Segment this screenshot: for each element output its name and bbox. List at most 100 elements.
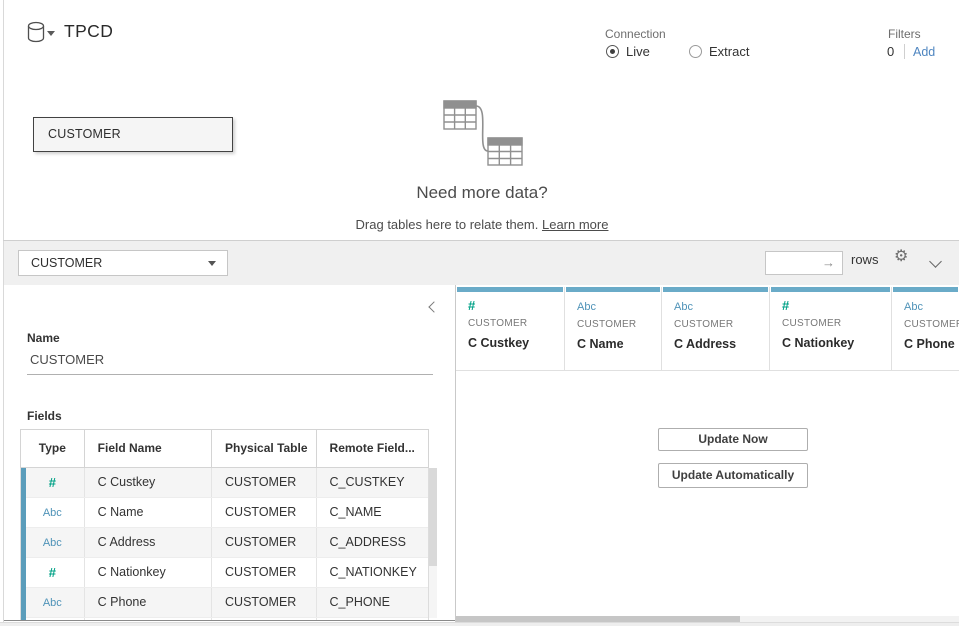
live-radio-label: Live (626, 44, 650, 59)
canvas-table-node[interactable]: CUSTOMER (33, 117, 233, 152)
name-label: Name (27, 331, 60, 345)
table-icon (488, 138, 522, 165)
connector-line (476, 106, 488, 151)
field-name-cell: C Nationkey (85, 558, 212, 587)
fields-table: Type Field Name Physical Table Remote Fi… (20, 429, 429, 621)
type-cell: Abc (21, 588, 85, 617)
grid-column-table: CUSTOMER (577, 319, 661, 330)
field-row[interactable]: Abc C Address CUSTOMER C_ADDRESS (21, 528, 428, 558)
collapse-panel-chevron-icon[interactable] (428, 301, 439, 312)
string-type-icon: Abc (674, 301, 693, 313)
field-name-cell: C Name (85, 498, 212, 527)
left-panel-bottom-border (4, 620, 455, 621)
string-type-icon: Abc (43, 597, 62, 609)
connection-extract-radio[interactable]: Extract (689, 44, 749, 59)
grid-column-table: CUSTOMER (468, 318, 564, 329)
remote-field-cell: C_PHONE (317, 588, 428, 617)
add-filter-link[interactable]: Add (913, 45, 935, 59)
bottom-scroll-strip (0, 622, 959, 626)
grid-column-field: C Nationkey (782, 336, 891, 350)
dropdown-caret-icon (208, 261, 216, 266)
field-row[interactable]: Abc C Phone CUSTOMER C_PHONE (21, 588, 428, 618)
update-now-button[interactable]: Update Now (658, 428, 808, 451)
physical-table-cell: CUSTOMER (212, 558, 317, 587)
rows-count-input[interactable] (765, 251, 843, 275)
physical-table-cell: CUSTOMER (212, 588, 317, 617)
number-type-icon: # (49, 475, 56, 490)
grid-column-table: CUSTOMER (674, 319, 769, 330)
gear-icon[interactable]: ⚙ (894, 249, 908, 265)
remote-field-cell: C_CUSTKEY (317, 468, 428, 497)
grid-column-field: C Address (674, 337, 769, 351)
string-type-icon: Abc (43, 537, 62, 549)
remote-field-cell: C_NAME (317, 498, 428, 527)
grid-column-header[interactable]: Abc CUSTOMER C Phone (892, 287, 959, 371)
field-name-cell: C Phone (85, 588, 212, 617)
remote-field-cell: C_NATIONKEY (317, 558, 428, 587)
grid-column-table: CUSTOMER (904, 319, 959, 330)
filters-divider (904, 44, 905, 59)
grid-column-header[interactable]: # CUSTOMER C Nationkey (770, 287, 892, 371)
column-header-physical-table: Physical Table (212, 430, 317, 467)
connection-label: Connection (605, 27, 666, 41)
grid-column-field: C Name (577, 337, 661, 351)
column-accent-strip (771, 287, 890, 292)
field-name-cell: C Address (85, 528, 212, 557)
empty-canvas-hint: Drag tables here to relate them. Learn m… (282, 217, 682, 232)
connection-live-radio[interactable]: Live (606, 44, 650, 59)
fields-scrollbar-thumb[interactable] (429, 468, 437, 566)
physical-table-cell: CUSTOMER (212, 498, 317, 527)
name-field[interactable]: CUSTOMER (27, 352, 433, 367)
field-row[interactable]: # C Custkey CUSTOMER C_CUSTKEY (21, 468, 428, 498)
column-header-type: Type (21, 430, 85, 467)
type-cell: # (21, 468, 85, 497)
grid-column-header[interactable]: Abc CUSTOMER C Address (662, 287, 770, 371)
number-type-icon: # (468, 298, 475, 313)
column-header-remote-field: Remote Field... (317, 430, 428, 467)
relate-tables-illustration (438, 93, 538, 174)
column-header-field-name: Field Name (85, 430, 212, 467)
name-field-underline (27, 374, 433, 375)
extract-radio-label: Extract (709, 44, 749, 59)
radio-selected-icon (606, 45, 619, 58)
filters-count: 0 (887, 44, 894, 59)
table-icon (444, 101, 476, 129)
grid-column-table: CUSTOMER (782, 318, 891, 329)
database-cylinder-icon (26, 21, 48, 45)
database-icon[interactable] (26, 21, 48, 45)
grid-column-header[interactable]: # CUSTOMER C Custkey (456, 287, 565, 371)
learn-more-link[interactable]: Learn more (542, 217, 608, 232)
database-menu-caret-icon[interactable] (47, 31, 55, 36)
grid-column-header[interactable]: Abc CUSTOMER C Name (565, 287, 662, 371)
fields-table-body: # C Custkey CUSTOMER C_CUSTKEY Abc C Nam… (20, 468, 429, 621)
fields-label: Fields (27, 409, 62, 423)
column-accent-strip (566, 287, 660, 292)
grid-column-field: C Custkey (468, 336, 564, 350)
fields-table-header: Type Field Name Physical Table Remote Fi… (20, 429, 429, 468)
datasource-page: TPCD Connection Live Extract Filters 0 A… (0, 0, 959, 626)
drag-hint-text: Drag tables here to relate them. (356, 217, 539, 232)
field-row[interactable]: # C Nationkey CUSTOMER C_NATIONKEY (21, 558, 428, 588)
string-type-icon: Abc (904, 301, 923, 313)
table-selector-value: CUSTOMER (31, 256, 102, 270)
datasource-title[interactable]: TPCD (64, 21, 113, 42)
row-selection-bar (21, 468, 26, 621)
empty-canvas-title: Need more data? (362, 183, 602, 203)
update-automatically-button[interactable]: Update Automatically (658, 463, 808, 488)
radio-unselected-icon (689, 45, 702, 58)
filters-label: Filters (888, 27, 921, 41)
type-cell: # (21, 558, 85, 587)
grid-column-field: C Phone (904, 337, 959, 351)
type-cell: Abc (21, 498, 85, 527)
column-accent-strip (893, 287, 958, 292)
column-accent-strip (457, 287, 563, 292)
type-cell: Abc (21, 528, 85, 557)
number-type-icon: # (782, 298, 789, 313)
number-type-icon: # (49, 565, 56, 580)
table-selector-dropdown[interactable]: CUSTOMER (18, 250, 228, 276)
field-row[interactable]: Abc C Name CUSTOMER C_NAME (21, 498, 428, 528)
string-type-icon: Abc (577, 301, 596, 313)
physical-table-cell: CUSTOMER (212, 528, 317, 557)
physical-table-cell: CUSTOMER (212, 468, 317, 497)
field-name-cell: C Custkey (85, 468, 212, 497)
